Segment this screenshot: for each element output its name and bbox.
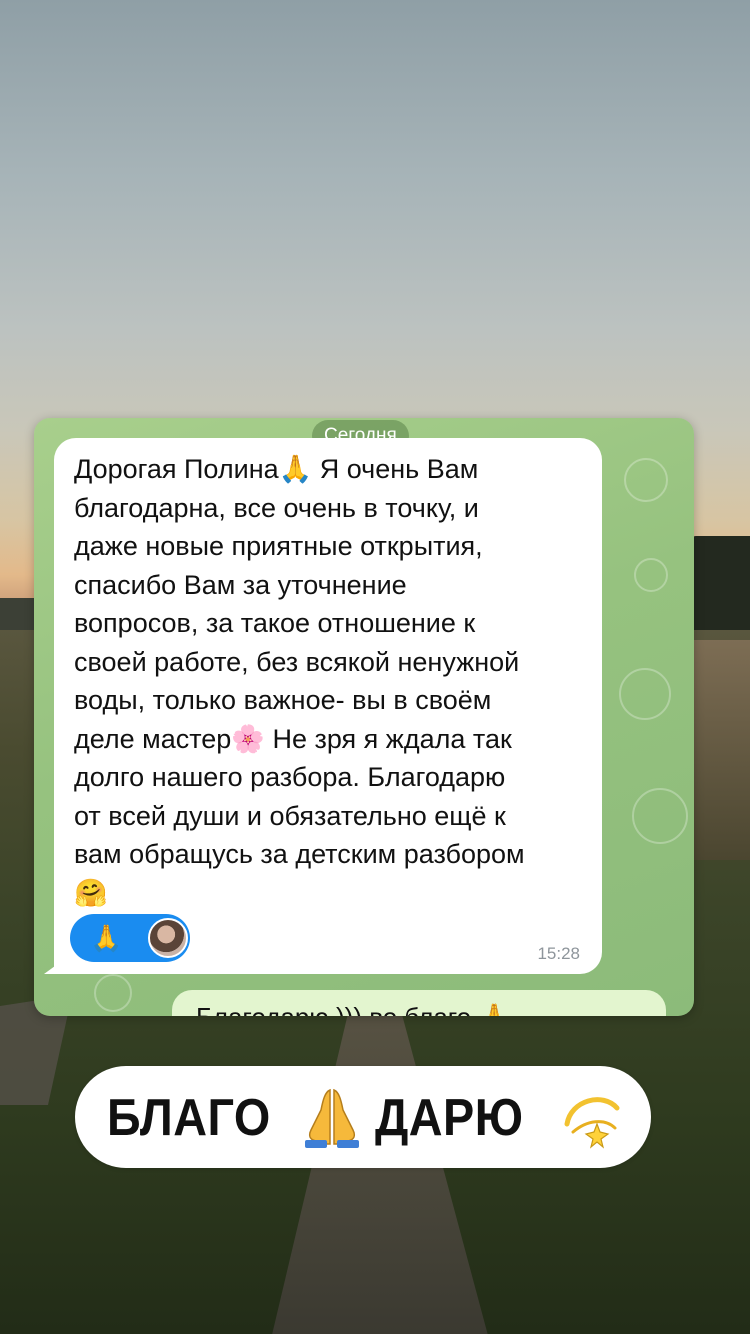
doodle-icon [634,558,668,592]
dizzy-star-icon [564,1097,620,1149]
incoming-message-bubble[interactable]: Дорогая Полина🙏 Я очень Вам благодарна, … [54,438,602,974]
avatar [148,918,188,958]
message-text: Дорогая Полина🙏 Я очень Вам благодарна, … [74,454,525,908]
outgoing-message-bubble[interactable]: Благодарю ))) во благо 🙏 [172,990,666,1016]
caption-word-blago: БЛАГО [107,1089,271,1147]
praying-hands-icon: 🙏 [90,923,123,953]
caption-word-daryu: ДАРЮ [375,1089,524,1147]
field-haze [690,640,750,860]
doodle-icon [632,788,688,844]
chat-screenshot: Сегодня Дорогая Полина🙏 Я очень Вам благ… [34,418,694,1016]
outgoing-message-text: Благодарю ))) во благо 🙏 [196,1002,511,1016]
doodle-icon [619,668,671,720]
praying-hands-icon [305,1088,359,1148]
message-time: 15:28 [537,944,580,963]
doodle-icon [94,974,132,1012]
doodle-icon [624,458,668,502]
reaction-pill[interactable]: 🙏 [70,914,190,962]
sticker-caption: БЛАГО ДАРЮ [75,1066,651,1168]
